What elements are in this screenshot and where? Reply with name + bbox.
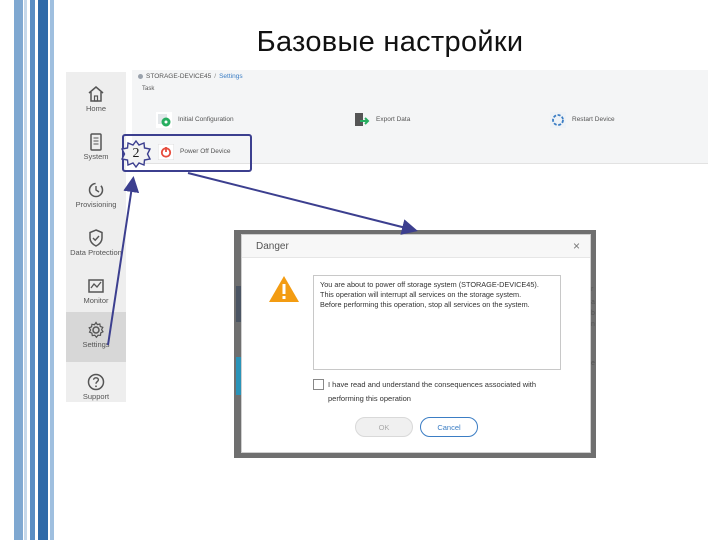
arrow-to-settings	[107, 176, 140, 346]
arrow-to-dialog	[187, 172, 418, 235]
annotation-arrows	[107, 172, 418, 346]
